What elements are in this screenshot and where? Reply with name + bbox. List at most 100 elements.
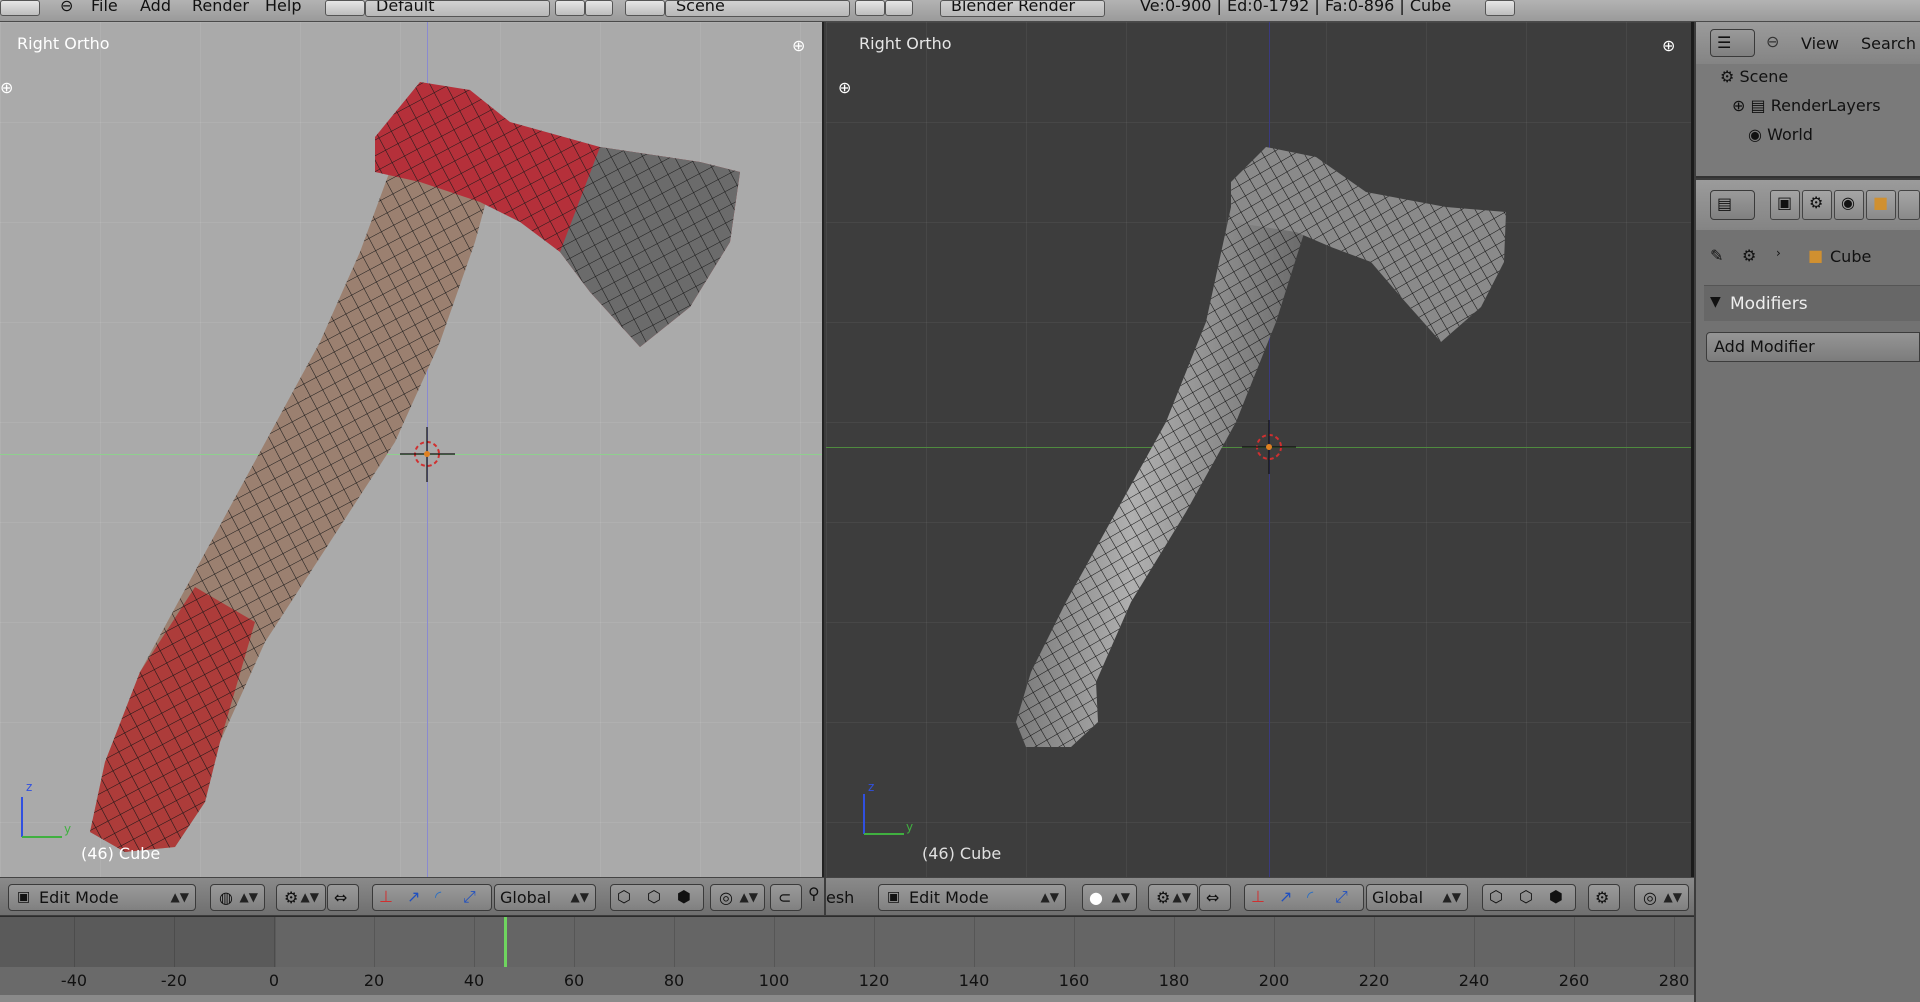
tab-render[interactable]: ▣	[1770, 190, 1800, 220]
pivot-point-dropdown[interactable]: ⚙ ▲▼	[1148, 884, 1198, 911]
proportional-edit-dropdown[interactable]: ◎ ▲▼	[710, 884, 765, 911]
add-modifier-button[interactable]: Add Modifier	[1706, 332, 1920, 362]
proportional-edit-dropdown[interactable]: ◎ ▲▼	[1634, 884, 1689, 911]
timeline-footer	[0, 995, 1694, 1002]
add-scene-button[interactable]	[855, 0, 885, 16]
tab-world[interactable]: ◉	[1834, 190, 1864, 220]
tab-scene[interactable]: ⚙	[1802, 190, 1832, 220]
properties-editor-type-button[interactable]: ▤	[1710, 190, 1755, 220]
toolshelf-toggle-icon[interactable]: ⊕	[0, 78, 13, 97]
viewport-title: Right Ortho	[17, 34, 110, 53]
pivot-icon: ⚙	[1156, 888, 1171, 907]
move-manipulator-icon[interactable]: ↗	[407, 887, 420, 906]
screen-layout-field[interactable]: Default	[365, 0, 550, 17]
mode-dropdown[interactable]: ▣ Edit Mode ▲▼	[8, 884, 196, 911]
scale-manipulator-icon[interactable]: ⤢	[1335, 887, 1348, 907]
timeline-label: 220	[1358, 971, 1390, 990]
proportional-icon: ◎	[1643, 888, 1657, 907]
translate-manipulator-icon[interactable]: ⊥	[379, 887, 393, 906]
axe-mesh-solid[interactable]	[826, 22, 1694, 877]
remove-scene-button[interactable]	[885, 0, 913, 16]
snap-element-icon[interactable]: ⚲	[808, 884, 820, 903]
outliner-menu-view[interactable]: View	[1801, 34, 1839, 53]
timeline-label: 120	[858, 971, 890, 990]
vertex-select-icon[interactable]: ⬡	[1489, 887, 1503, 906]
remove-screen-button[interactable]	[585, 0, 613, 16]
edge-select-icon[interactable]: ⬡	[647, 887, 661, 906]
pin-icon[interactable]: ✎	[1710, 246, 1723, 265]
outliner-item-renderlayers[interactable]: ⊕ ▤ RenderLayers	[1732, 96, 1881, 115]
properties-toggle-icon[interactable]: ⊕	[792, 36, 805, 55]
editor-type-button[interactable]	[0, 0, 40, 16]
expand-icon[interactable]: ⊕	[1732, 96, 1745, 115]
properties-icon: ▤	[1717, 194, 1733, 213]
breadcrumb-arrow-icon: ›	[1776, 246, 1781, 260]
3d-cursor-icon	[1242, 420, 1296, 474]
menu-add[interactable]: Add	[140, 0, 171, 15]
gizmo-y-label: y	[906, 820, 914, 834]
viewport-right[interactable]: z y ⊕ ⊕ Right Ortho (46) Cube	[826, 22, 1694, 877]
screen-layout-icon[interactable]	[325, 0, 365, 16]
collapse-icon[interactable]: ⊖	[1766, 32, 1779, 51]
menu-mesh[interactable]: esh	[826, 888, 854, 907]
outliner-item-scene[interactable]: ⚙ Scene	[1720, 67, 1788, 86]
move-manipulator-icon[interactable]: ↗	[1279, 887, 1292, 906]
tab-object[interactable]: ■	[1866, 190, 1896, 220]
axe-mesh-textured[interactable]	[0, 22, 824, 877]
info-header: ⊖ File Add Render Help Default Scene Ble…	[0, 0, 1920, 22]
pivot-point-dropdown[interactable]: ⚙ ▲▼	[276, 884, 326, 911]
menu-file[interactable]: File	[91, 0, 118, 15]
tab-more[interactable]	[1898, 190, 1920, 220]
mode-dropdown[interactable]: ▣ Edit Mode ▲▼	[878, 884, 1066, 911]
modifiers-panel-header[interactable]: ▼ Modifiers	[1704, 285, 1920, 321]
snap-toggle[interactable]: ⊂	[770, 884, 802, 911]
edge-select-icon[interactable]: ⬡	[1519, 887, 1533, 906]
orientation-dropdown[interactable]: Global ▲▼	[494, 884, 596, 911]
properties-header: ▤ ▣ ⚙ ◉ ■	[1696, 180, 1920, 230]
occlude-icon: ⚙	[1595, 888, 1610, 907]
fullscreen-toggle-icon[interactable]	[1485, 0, 1515, 16]
menu-render[interactable]: Render	[192, 0, 249, 15]
rotate-manipulator-icon[interactable]: ◜	[1307, 887, 1313, 906]
rotate-manipulator-icon[interactable]: ◜	[435, 887, 441, 906]
scene-icon-button[interactable]	[625, 0, 665, 16]
scale-manipulator-icon[interactable]: ⤢	[463, 887, 476, 907]
current-frame-marker[interactable]	[504, 917, 507, 967]
render-engine-dropdown[interactable]: Blender Render	[940, 0, 1105, 17]
timeline-label: 100	[758, 971, 790, 990]
dropdown-arrows-icon: ▲▼	[1040, 890, 1059, 904]
timeline-label: 0	[268, 971, 280, 990]
world-icon: ◉	[1748, 125, 1762, 144]
scene-stats: Ve:0-900 | Ed:0-1792 | Fa:0-896 | Cube	[1140, 0, 1452, 15]
timeline-label: 160	[1058, 971, 1090, 990]
outliner-menu-search[interactable]: Search	[1861, 34, 1916, 53]
face-select-icon[interactable]: ⬢	[677, 887, 691, 906]
viewport-shading-dropdown[interactable]: ◍ ▲▼	[210, 884, 265, 911]
menu-help[interactable]: Help	[265, 0, 301, 15]
toolshelf-toggle-icon[interactable]: ⊕	[838, 78, 851, 97]
manipulator-toggle[interactable]: ⇔	[327, 884, 359, 911]
object-label: (46) Cube	[922, 844, 1002, 863]
collapse-icon[interactable]: ⊖	[60, 0, 73, 15]
renderlayers-icon: ▤	[1750, 96, 1766, 115]
occlude-geometry-toggle[interactable]: ⚙	[1588, 884, 1620, 911]
outliner-item-world[interactable]: ◉ World	[1748, 125, 1813, 144]
add-screen-button[interactable]	[555, 0, 585, 16]
vertex-select-icon[interactable]: ⬡	[617, 887, 631, 906]
timeline[interactable]: -40 -20 0 20 40 60 80 100 120 140 160 180 200 220 240 2…	[0, 916, 1694, 1002]
orientation-dropdown[interactable]: Global ▲▼	[1366, 884, 1468, 911]
manipulator-toggle[interactable]: ⇔	[1199, 884, 1231, 911]
viewport-shading-dropdown[interactable]: ● ▲▼	[1082, 884, 1137, 911]
outliner-editor-type-button[interactable]: ☰	[1710, 29, 1755, 57]
scene-breadcrumb-icon: ⚙	[1742, 246, 1757, 265]
viewport-left[interactable]: z y ⊕ ⊕ Right Ortho (46) Cube	[0, 22, 824, 877]
manipulator-icon: ⇔	[334, 888, 348, 907]
translate-manipulator-icon[interactable]: ⊥	[1251, 887, 1265, 906]
timeline-label: 260	[1558, 971, 1590, 990]
properties-toggle-icon[interactable]: ⊕	[1662, 36, 1675, 55]
outliner-icon: ☰	[1717, 33, 1732, 52]
object-label: (46) Cube	[81, 844, 161, 863]
timeline-label: 60	[563, 971, 585, 990]
face-select-icon[interactable]: ⬢	[1549, 887, 1563, 906]
scene-field[interactable]: Scene	[665, 0, 850, 17]
